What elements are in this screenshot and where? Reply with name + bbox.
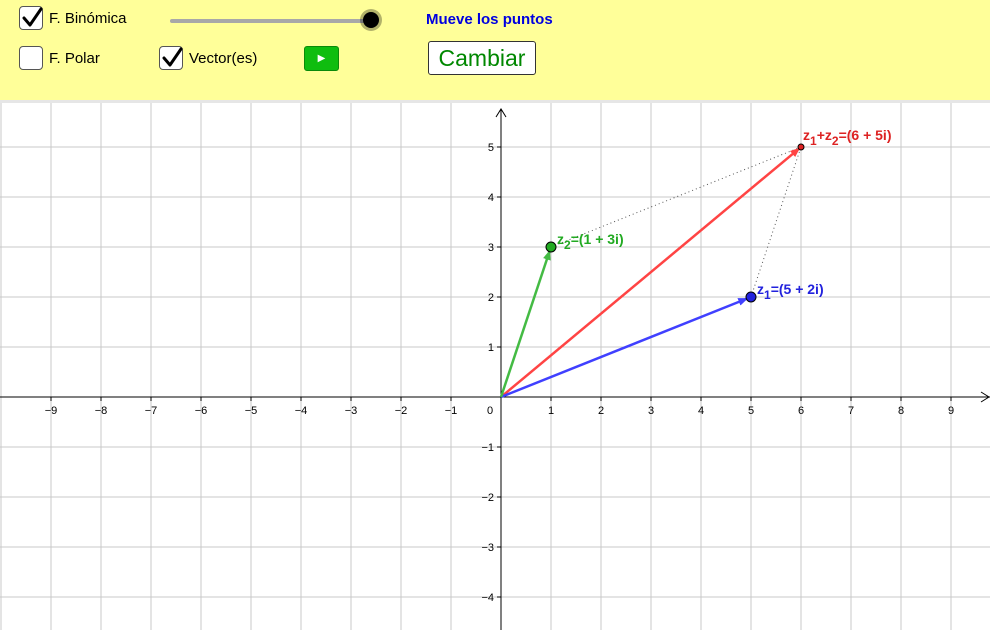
y-tick-label: 3	[488, 242, 494, 254]
parallelogram-edge-z1-sum	[750, 146, 802, 298]
grid	[0, 103, 990, 630]
x-tick-label: 1	[548, 405, 554, 417]
binomica-label: F. Binómica	[49, 9, 127, 27]
y-tick-label: 4	[488, 192, 494, 204]
x-tick-label: −2	[395, 405, 408, 417]
polar-checkbox-row[interactable]: F. Polar	[19, 46, 100, 70]
x-tick-label: 2	[598, 405, 604, 417]
graphics-view[interactable]: −9 −8 −7 −6 −5 −4 −3 −2 −1 0 1 2 3 4 5 6 7 8 9 1 2 3 4 5 −1 −2 −3…	[0, 103, 990, 630]
x-tick-label: −8	[95, 405, 108, 417]
x-tick-label: −4	[295, 405, 308, 417]
x-tick-label: −6	[195, 405, 208, 417]
label-z1: z1=(5 + 2i)	[757, 281, 824, 302]
checkmark-icon	[22, 7, 43, 27]
y-tick-label: 5	[488, 142, 494, 154]
x-tick-label: −9	[45, 405, 58, 417]
axes	[0, 108, 990, 630]
x-tick-label: 5	[748, 405, 754, 417]
point-sum	[797, 143, 805, 151]
vectores-checkbox-row[interactable]: Vector(es)	[159, 46, 257, 70]
label-sum: z1+z2=(6 + 5i)	[803, 127, 891, 148]
y-tick-label: −4	[481, 592, 494, 604]
x-tick-label: 3	[648, 405, 654, 417]
play-icon: ▶	[317, 53, 326, 64]
y-tick-labels: 1 2 3 4 5 −1 −2 −3 −4	[481, 142, 494, 604]
instruction-text: Mueve los puntos	[426, 11, 553, 28]
vectores-label: Vector(es)	[189, 49, 258, 67]
polar-checkbox[interactable]	[19, 46, 43, 70]
play-button[interactable]: ▶	[304, 46, 339, 71]
checkmark-icon	[162, 47, 183, 67]
x-tick-label: −3	[345, 405, 358, 417]
polar-label: F. Polar	[49, 49, 100, 67]
x-tick-labels: −9 −8 −7 −6 −5 −4 −3 −2 −1 0 1 2 3 4 5 6 7 8 9	[45, 405, 954, 417]
x-tick-label: 9	[948, 405, 954, 417]
vector-sum	[500, 147, 801, 398]
x-tick-label: −5	[245, 405, 258, 417]
x-tick-label: 7	[848, 405, 854, 417]
x-tick-label: −1	[445, 405, 458, 417]
binomica-checkbox-row[interactable]: F. Binómica	[19, 6, 127, 30]
vectores-checkbox[interactable]	[159, 46, 183, 70]
y-tick-label: −2	[481, 492, 494, 504]
y-tick-label: −1	[481, 442, 494, 454]
y-tick-label: 2	[488, 292, 494, 304]
x-tick-label: −7	[145, 405, 158, 417]
cambiar-button[interactable]: Cambiar	[428, 41, 536, 75]
slider-thumb[interactable]	[363, 12, 379, 28]
x-tick-label: 4	[698, 405, 704, 417]
binomica-checkbox[interactable]	[19, 6, 43, 30]
x-tick-label: 0	[487, 405, 493, 417]
y-tick-label: 1	[488, 342, 494, 354]
point-z1[interactable]	[745, 291, 757, 303]
toolbar: F. Binómica Mueve los puntos F. Polar Ve…	[0, 0, 990, 100]
x-tick-label: 6	[798, 405, 804, 417]
label-z2: z2=(1 + 3i)	[557, 231, 624, 252]
y-tick-label: −3	[481, 542, 494, 554]
vector-z1	[500, 297, 749, 399]
slider-track[interactable]	[170, 19, 371, 23]
x-tick-label: 8	[898, 405, 904, 417]
point-z2[interactable]	[545, 241, 557, 253]
